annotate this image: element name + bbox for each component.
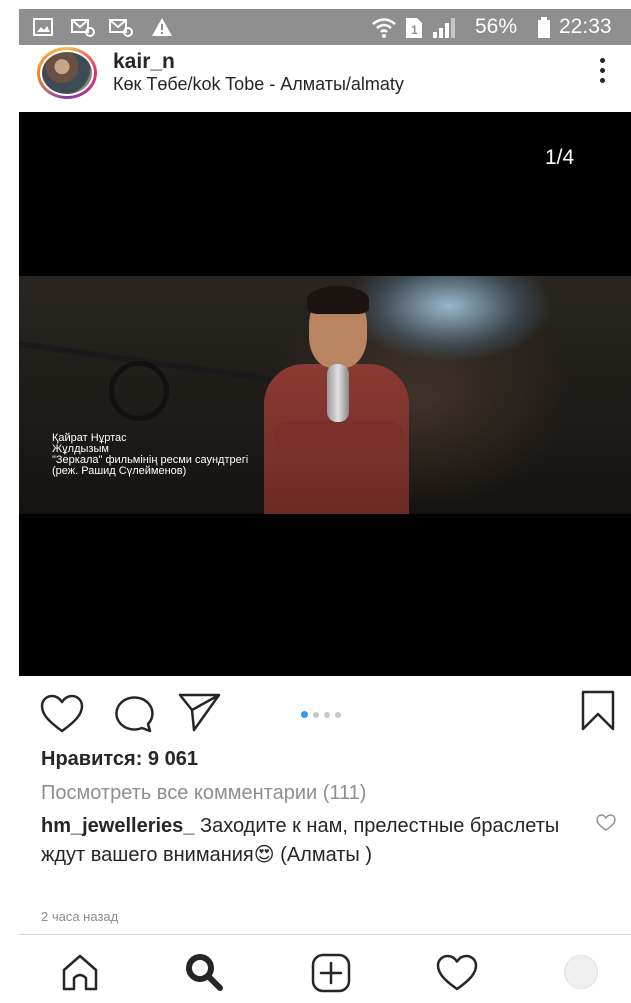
author-avatar[interactable] (37, 47, 97, 99)
comment-author[interactable]: hm_jewelleries_ (41, 815, 194, 837)
svg-text:1: 1 (411, 23, 418, 37)
profile-avatar[interactable] (564, 955, 598, 989)
signal-icon (433, 18, 455, 38)
comment: hm_jewelleries_ Заходите к нам, прелестн… (41, 812, 561, 870)
activity-heart-icon[interactable] (436, 954, 478, 992)
status-bar: 1 56% 22:33 (19, 9, 631, 45)
carousel-dot (301, 711, 308, 719)
battery-icon (538, 17, 550, 38)
message-settings-icon (109, 19, 133, 37)
carousel-counter: 1/4 (545, 146, 575, 169)
wifi-icon (372, 18, 396, 38)
more-options-icon[interactable] (590, 58, 614, 88)
like-heart-icon[interactable] (40, 694, 84, 734)
likes-count[interactable]: Нравится: 9 061 (41, 748, 198, 771)
status-time: 22:33 (559, 15, 612, 38)
media-photo: Қайрат Нұртас Жұлдызым "Зеркала" фильмін… (19, 276, 631, 514)
warning-icon (152, 18, 172, 36)
comment-icon[interactable] (112, 694, 154, 734)
bottom-nav-divider (19, 934, 631, 935)
media-caption-line: (реж. Рашид Сүлейменов) (52, 465, 187, 477)
post-location[interactable]: Көк Төбе/kok Tobe - Алматы/almaty (113, 74, 404, 95)
sim-icon: 1 (406, 18, 422, 38)
comment-like-icon[interactable] (596, 814, 616, 832)
search-icon[interactable] (184, 952, 224, 992)
share-icon[interactable] (178, 692, 222, 732)
save-bookmark-icon[interactable] (580, 690, 616, 732)
home-icon[interactable] (60, 952, 100, 992)
carousel-dot (324, 711, 330, 718)
carousel-indicator (301, 706, 346, 724)
view-all-comments-link[interactable]: Посмотреть все комментарии (111) (41, 782, 366, 805)
message-settings-icon (71, 19, 95, 37)
author-username[interactable]: kair_n (113, 50, 175, 74)
carousel-dot (335, 711, 341, 718)
battery-percent: 56% (475, 15, 518, 38)
media-caption: Қайрат Нұртас Жұлдызым "Зеркала" фильмін… (52, 433, 248, 477)
add-post-icon[interactable] (310, 952, 352, 994)
carousel-dot (313, 711, 319, 718)
gallery-icon (33, 18, 53, 36)
post-timestamp: 2 часа назад (41, 909, 119, 924)
